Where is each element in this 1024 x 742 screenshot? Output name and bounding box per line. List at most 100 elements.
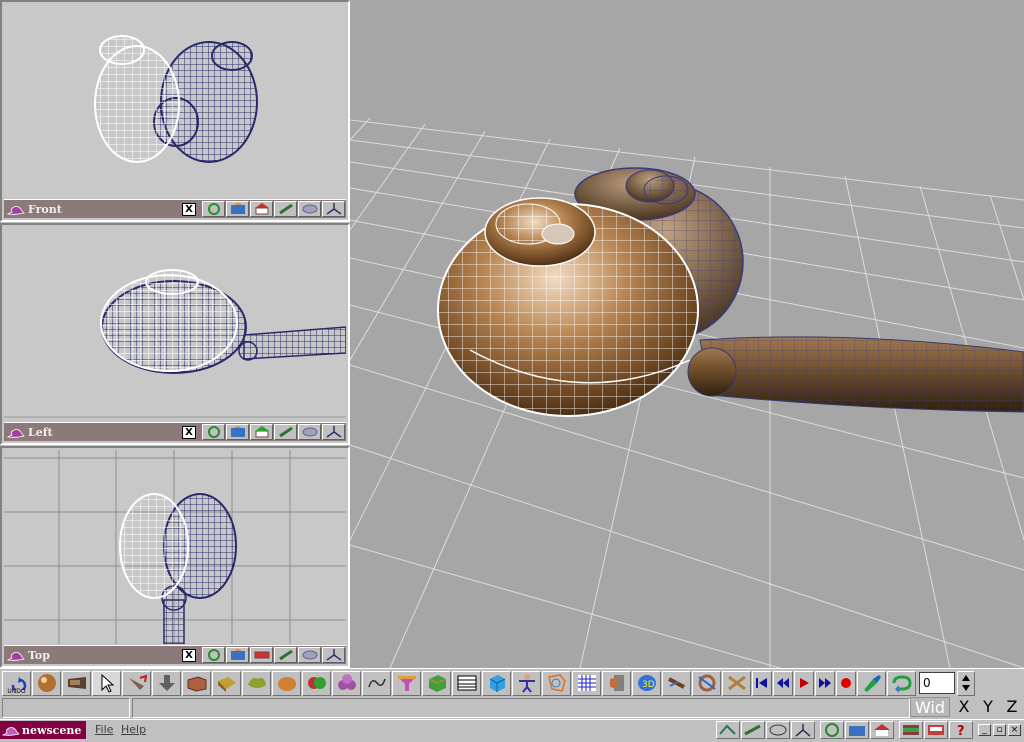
top-close-button[interactable]: X (182, 648, 196, 662)
left-house-view-icon[interactable] (250, 424, 273, 440)
view-tool-3-button[interactable] (766, 721, 790, 739)
globe-icon (825, 723, 839, 737)
left-pan-view-icon[interactable] (226, 424, 249, 440)
svg-text:?: ? (957, 724, 965, 738)
top-grid-view-icon[interactable] (298, 647, 321, 663)
top-viewport[interactable]: Top X (0, 446, 350, 668)
x-axis-button[interactable]: X (954, 697, 974, 717)
cube3d-icon (489, 675, 505, 692)
rewind-start-icon (756, 678, 767, 688)
left-viewport-titlebar: Left X (4, 422, 346, 441)
cube-tool-button[interactable] (212, 670, 241, 696)
front-house-view-icon[interactable] (250, 201, 273, 217)
perspective-viewport[interactable] (350, 0, 1024, 668)
lathe-icon (247, 677, 266, 688)
view-tool-8-button[interactable] (899, 721, 923, 739)
egg-icon (277, 677, 296, 691)
front-grid-view-icon[interactable] (298, 201, 321, 217)
grid-tool-button[interactable] (572, 670, 601, 696)
loop-tool-button[interactable] (887, 670, 916, 696)
svg-text:3D: 3D (642, 680, 655, 690)
move-tool-button[interactable] (122, 670, 151, 696)
keyframe-tool-button[interactable] (722, 670, 751, 696)
view-tool-2-button[interactable] (741, 721, 765, 739)
texture-tool-button[interactable] (542, 670, 571, 696)
help-tool-button[interactable]: ? (949, 721, 973, 739)
z-axis-button[interactable]: Z (1002, 697, 1022, 717)
box-tool-button[interactable] (182, 670, 211, 696)
figure-tool-button[interactable] (512, 670, 541, 696)
view-tool-7-button[interactable] (870, 721, 894, 739)
frame-number-input[interactable]: 0 (919, 672, 955, 694)
list-tool-button[interactable] (452, 670, 481, 696)
go-to-start-button[interactable] (752, 670, 772, 696)
boolean-tool-button[interactable] (302, 670, 331, 696)
y-axis-button[interactable]: Y (978, 697, 998, 717)
view-tool-9-button[interactable] (924, 721, 948, 739)
top-pan-view-icon[interactable] (226, 647, 249, 663)
cube3d-tool-button[interactable] (482, 670, 511, 696)
wid-label[interactable]: Wid (910, 697, 950, 717)
help-menu[interactable]: Help (121, 723, 146, 736)
spin-arrows-button[interactable] (957, 670, 975, 696)
camera-tool-button[interactable] (62, 670, 91, 696)
lathe-tool-button[interactable] (242, 670, 271, 696)
play-button[interactable] (794, 670, 814, 696)
top-viewport-label: Top (28, 648, 50, 662)
select-arrow-icon (101, 673, 114, 693)
scene-tab[interactable]: newscene (0, 721, 86, 739)
render-tool-button[interactable] (692, 670, 721, 696)
help-question-icon: ? (957, 724, 965, 739)
front-axis-view-icon[interactable] (322, 201, 345, 217)
forward-button[interactable] (815, 670, 835, 696)
record-icon (841, 678, 851, 688)
left-rotate-view-icon[interactable] (202, 424, 225, 440)
rewind-button[interactable] (773, 670, 793, 696)
scene-name: newscene (22, 723, 82, 737)
3d-tool-button[interactable]: 3D (632, 670, 661, 696)
front-rotate-view-icon[interactable] (202, 201, 225, 217)
drop-tool-button[interactable] (152, 670, 181, 696)
menu-bar: newscene File Help ? _ ▫ × (0, 719, 1024, 741)
front-pan-view-icon[interactable] (226, 201, 249, 217)
undo-button[interactable]: UNDO (2, 670, 31, 696)
sphere-tool-button[interactable] (32, 670, 61, 696)
front-viewport-canvas[interactable] (4, 4, 346, 198)
paint-tool-button[interactable] (857, 670, 886, 696)
top-rotate-view-icon[interactable] (202, 647, 225, 663)
front-close-button[interactable]: X (182, 202, 196, 216)
loop-icon (892, 675, 912, 693)
spline-tool-button[interactable] (362, 670, 391, 696)
front-viewport[interactable]: Front X (0, 0, 350, 222)
close-button[interactable]: × (1008, 724, 1021, 736)
left-grid-view-icon[interactable] (298, 424, 321, 440)
record-button[interactable] (836, 670, 856, 696)
top-house-view-icon[interactable] (250, 647, 273, 663)
funnel-tool-button[interactable] (392, 670, 421, 696)
bones-tool-button[interactable] (662, 670, 691, 696)
top-viewport-canvas[interactable] (4, 450, 346, 644)
top-zoom-view-icon[interactable] (274, 647, 297, 663)
boolean-icon (307, 677, 326, 689)
left-close-button[interactable]: X (182, 425, 196, 439)
egg-tool-button[interactable] (272, 670, 301, 696)
metaball-tool-button[interactable] (332, 670, 361, 696)
restore-button[interactable]: ▫ (993, 724, 1006, 736)
minimize-button[interactable]: _ (978, 724, 991, 736)
view-tool-4-button[interactable] (791, 721, 815, 739)
view-tool-5-button[interactable] (820, 721, 844, 739)
left-viewport[interactable]: Left X (0, 223, 350, 445)
forward-icon (819, 678, 831, 688)
left-axis-view-icon[interactable] (322, 424, 345, 440)
file-menu[interactable]: File (95, 723, 113, 736)
pan-view-icon (849, 726, 865, 736)
film-tool-button[interactable] (602, 670, 631, 696)
view-tool-6-button[interactable] (845, 721, 869, 739)
extrude-tool-button[interactable] (422, 670, 451, 696)
top-axis-view-icon[interactable] (322, 647, 345, 663)
left-zoom-view-icon[interactable] (274, 424, 297, 440)
view-tool-1-button[interactable] (716, 721, 740, 739)
front-zoom-view-icon[interactable] (274, 201, 297, 217)
select-tool-button[interactable] (92, 670, 121, 696)
left-viewport-canvas[interactable] (4, 227, 346, 421)
